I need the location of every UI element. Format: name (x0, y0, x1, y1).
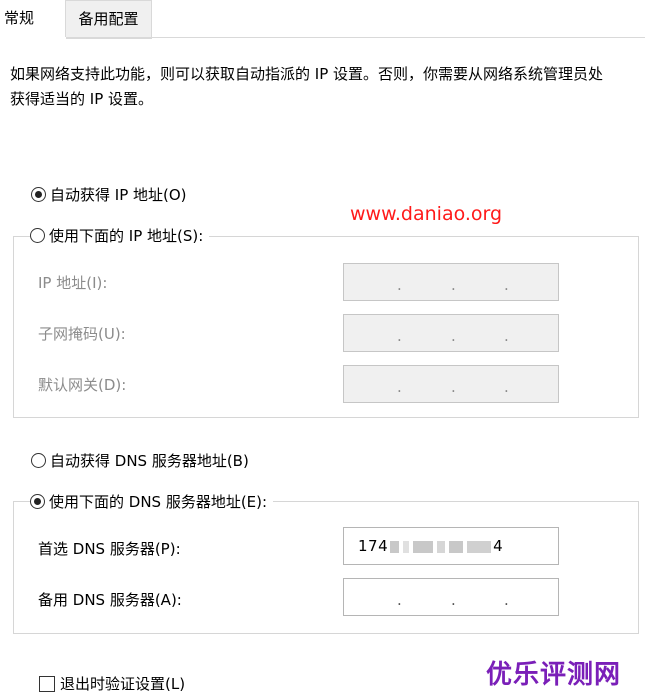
ip-address-field: . . . (343, 263, 559, 301)
preferred-dns-value: 174 4 (358, 537, 503, 555)
validate-on-exit-checkbox[interactable]: 退出时验证设置(L) (39, 673, 185, 694)
gateway-dot-1: . (397, 378, 402, 396)
radio-auto-ip-label: 自动获得 IP 地址(O) (50, 186, 187, 204)
ip-address-dot-1: . (397, 276, 402, 294)
subnet-mask-label: 子网掩码(U): (38, 325, 126, 343)
redaction-block-5 (449, 540, 464, 553)
radio-manual-dns-indicator[interactable] (30, 494, 45, 509)
preferred-dns-prefix: 174 (358, 537, 389, 555)
tab-divider (66, 37, 645, 38)
radio-manual-dns[interactable]: 使用下面的 DNS 服务器地址(E): (30, 491, 274, 512)
gateway-dot-2: . (451, 378, 456, 396)
redaction-block-2 (403, 540, 410, 553)
radio-manual-dns-label: 使用下面的 DNS 服务器地址(E): (49, 493, 268, 511)
description-text: 如果网络支持此功能，则可以获取自动指派的 IP 设置。否则，你需要从网络系统管理… (10, 65, 604, 108)
subnet-mask-field: . . . (343, 314, 559, 352)
ip-address-dot-3: . (504, 276, 509, 294)
tab-general[interactable]: 常规 (0, 0, 66, 37)
redaction-block-6 (467, 540, 492, 553)
radio-auto-ip[interactable]: 自动获得 IP 地址(O) (31, 184, 187, 205)
redaction-block-3 (413, 540, 434, 553)
radio-auto-dns[interactable]: 自动获得 DNS 服务器地址(B) (31, 450, 249, 471)
radio-manual-ip[interactable]: 使用下面的 IP 地址(S): (30, 225, 210, 246)
watermark-text: www.daniao.org (350, 203, 503, 225)
preferred-dns-suffix: 4 (493, 537, 504, 555)
subnet-dot-2: . (451, 327, 456, 345)
subnet-dot-3: . (504, 327, 509, 345)
redaction-block-4 (437, 540, 446, 553)
alternate-dns-label: 备用 DNS 服务器(A): (38, 591, 182, 609)
default-gateway-label: 默认网关(D): (38, 376, 127, 394)
radio-auto-dns-label: 自动获得 DNS 服务器地址(B) (50, 452, 249, 470)
radio-auto-ip-indicator[interactable] (31, 187, 46, 202)
default-gateway-field: . . . (343, 365, 559, 403)
gateway-dot-3: . (504, 378, 509, 396)
alternate-dns-dot-1: . (397, 591, 402, 609)
subnet-dot-1: . (397, 327, 402, 345)
radio-auto-dns-indicator[interactable] (31, 453, 46, 468)
preferred-dns-field[interactable]: 174 4 (343, 527, 559, 565)
alternate-dns-dot-3: . (504, 591, 509, 609)
tab-bar: 常规 备用配置 (0, 0, 645, 39)
brand-watermark: 优乐评测网 (486, 660, 622, 690)
alternate-dns-dot-2: . (451, 591, 456, 609)
radio-manual-ip-label: 使用下面的 IP 地址(S): (49, 227, 204, 245)
ip-address-label: IP 地址(I): (38, 274, 108, 292)
redaction-block-1 (390, 540, 400, 553)
ip-address-dot-2: . (451, 276, 456, 294)
radio-manual-ip-indicator[interactable] (30, 228, 45, 243)
tab-alternate-config[interactable]: 备用配置 (66, 0, 152, 39)
validate-checkbox-box[interactable] (39, 675, 55, 692)
preferred-dns-label: 首选 DNS 服务器(P): (38, 540, 181, 558)
validate-checkbox-label: 退出时验证设置(L) (60, 675, 186, 693)
alternate-dns-field[interactable]: . . . (343, 578, 559, 616)
